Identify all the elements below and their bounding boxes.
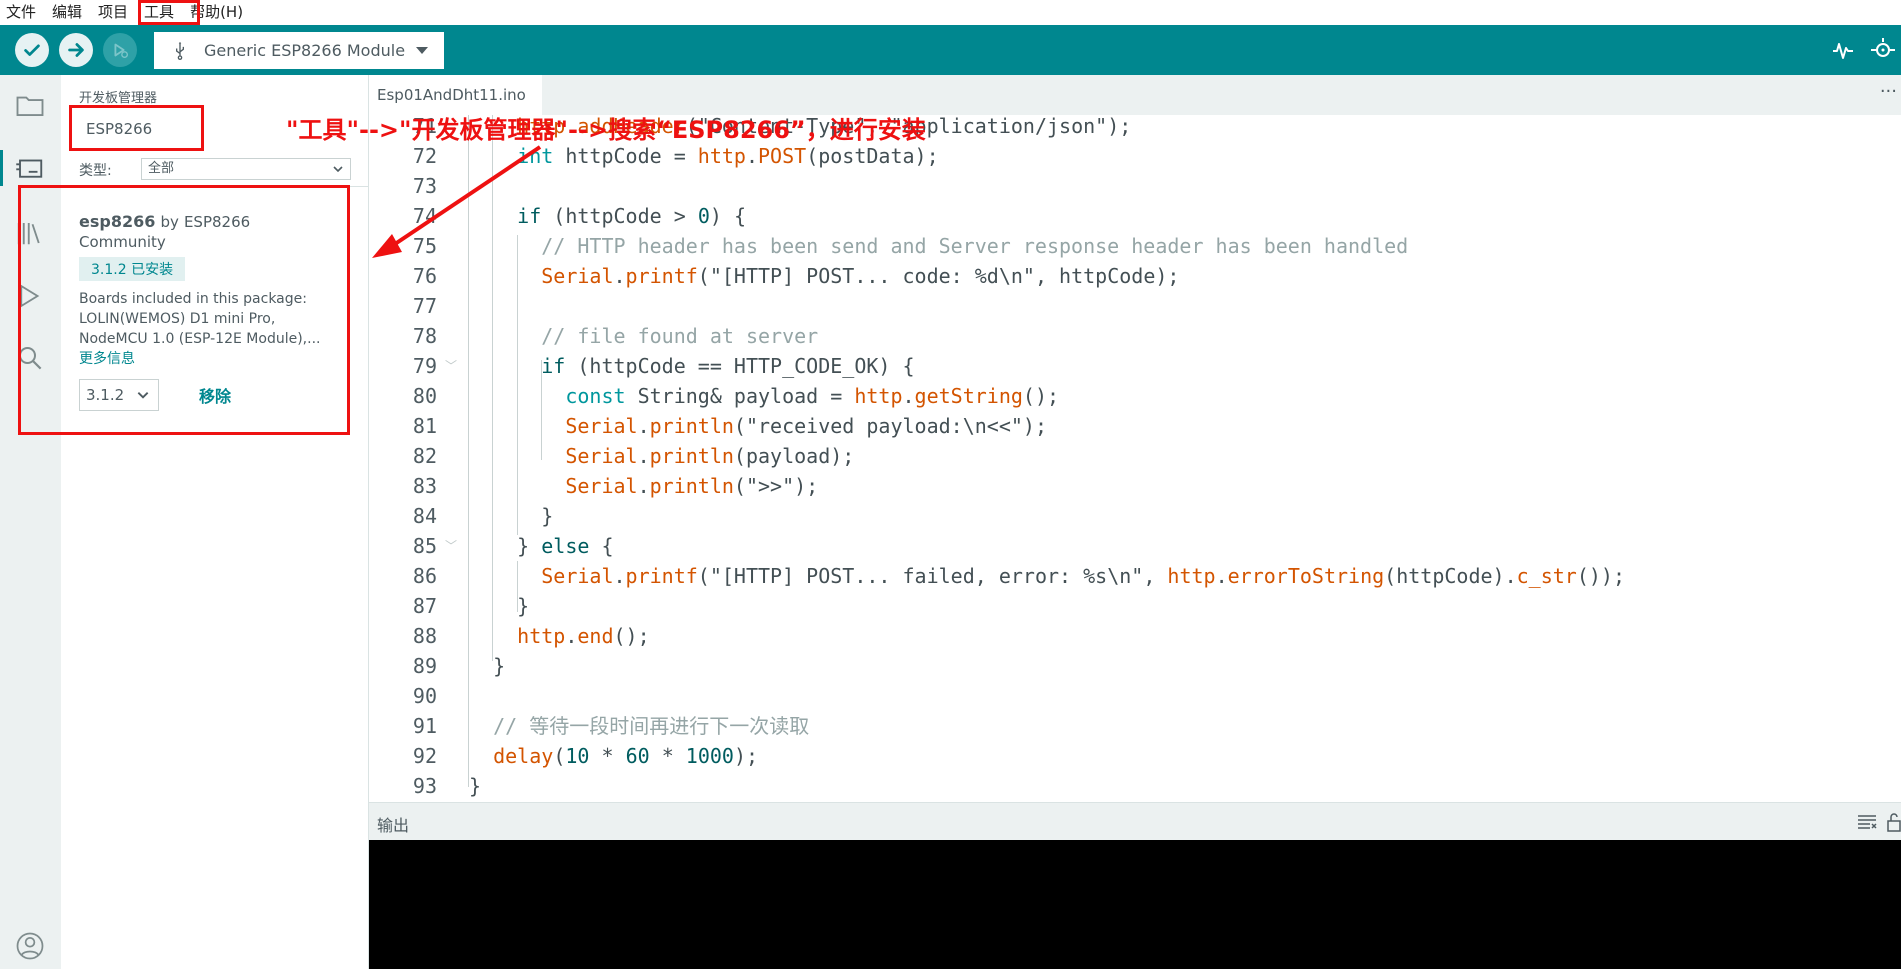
code-line: 83 Serial.println(">>");	[412, 474, 819, 498]
code-line: 88 http.end();	[412, 624, 650, 648]
chevron-down-icon	[416, 47, 428, 54]
serial-monitor-icon	[1871, 38, 1895, 57]
board-manager-button[interactable]	[0, 150, 48, 186]
board-icon	[16, 159, 43, 178]
code-line: 80 const String& payload = http.getStrin…	[412, 384, 1060, 408]
highlight-box-search	[69, 105, 204, 151]
sketchbook-button[interactable]	[12, 87, 48, 123]
code-line: 74 if (httpCode > 0) {	[412, 204, 746, 228]
clear-output-icon[interactable]	[1857, 814, 1877, 830]
debug-icon	[114, 43, 129, 59]
toolbar: Generic ESP8266 Module	[0, 25, 1901, 75]
code-line: 91 // 等待一段时间再进行下一次读取	[412, 714, 810, 738]
code-line: 87 }	[412, 594, 530, 618]
highlight-box-tools-menu	[138, 0, 200, 25]
account-button[interactable]	[12, 928, 48, 964]
code-editor[interactable]: 71 http.addHeader("Content-Type", "appli…	[369, 115, 1901, 802]
editor-tab-bar: Esp01AndDht11.ino ···	[369, 75, 1901, 115]
account-icon	[16, 932, 44, 960]
more-icon[interactable]: ···	[1880, 81, 1897, 102]
code-line: 85 ﹀ } else {	[412, 534, 614, 558]
panel-title: 开发板管理器	[79, 91, 158, 106]
code-line: 78 // file found at server	[412, 324, 819, 348]
output-panel-header: 输出	[369, 802, 1901, 840]
code-line: 79 ﹀ if (httpCode == HTTP_CODE_OK) {	[412, 354, 915, 378]
debug-button[interactable]	[103, 33, 137, 67]
menu-file[interactable]: 文件	[0, 0, 44, 25]
highlight-box-board-card	[18, 185, 350, 435]
verify-button[interactable]	[15, 33, 49, 67]
type-filter-value: 全部	[148, 161, 175, 176]
menu-edit[interactable]: 编辑	[44, 0, 90, 25]
menu-sketch[interactable]: 项目	[90, 0, 136, 25]
code-line: 84 }	[412, 504, 554, 528]
code-line: 76 Serial.printf("[HTTP] POST... code: %…	[412, 264, 1180, 288]
code-line: 89 }	[412, 654, 506, 678]
code-line: 93}	[412, 774, 482, 798]
type-filter-label: 类型:	[79, 163, 112, 179]
menu-bar: 文件 编辑 项目 工具 帮助(H)	[0, 0, 1901, 25]
code-line: 82 Serial.println(payload);	[412, 444, 855, 468]
lock-icon[interactable]	[1887, 812, 1901, 832]
code-line: 75 // HTTP header has been send and Serv…	[412, 234, 1409, 258]
code-line: 86 Serial.printf("[HTTP] POST... failed,…	[412, 564, 1626, 588]
chevron-down-icon	[333, 166, 343, 173]
annotation-instruction: "工具"-->"开发板管理器"-->搜索“ESP8266”，进行安装	[286, 116, 926, 144]
upload-button[interactable]	[59, 33, 93, 67]
checkmark-icon	[24, 44, 40, 56]
board-name: Generic ESP8266 Module	[204, 41, 406, 60]
serial-monitor-button[interactable]	[1868, 35, 1898, 65]
code-line: 72 int httpCode = http.POST(postData);	[412, 144, 939, 168]
usb-icon	[170, 41, 192, 61]
code-line: 81 Serial.println("received payload:\n<<…	[412, 414, 1047, 438]
arrow-right-icon	[68, 43, 84, 57]
code-line: 90	[412, 684, 437, 708]
serial-plotter-button[interactable]	[1828, 35, 1858, 65]
code-line: 73	[412, 174, 437, 198]
tab-sketch-file[interactable]: Esp01AndDht11.ino	[369, 75, 542, 115]
board-selector[interactable]: Generic ESP8266 Module	[154, 32, 444, 69]
code-line: 77	[412, 294, 437, 318]
output-console[interactable]	[369, 840, 1901, 969]
type-filter-select[interactable]: 全部	[141, 158, 351, 180]
plotter-icon	[1833, 43, 1853, 59]
code-line: 92 delay(10 * 60 * 1000);	[412, 744, 759, 768]
output-title: 输出	[377, 816, 410, 835]
folder-icon	[16, 96, 44, 116]
